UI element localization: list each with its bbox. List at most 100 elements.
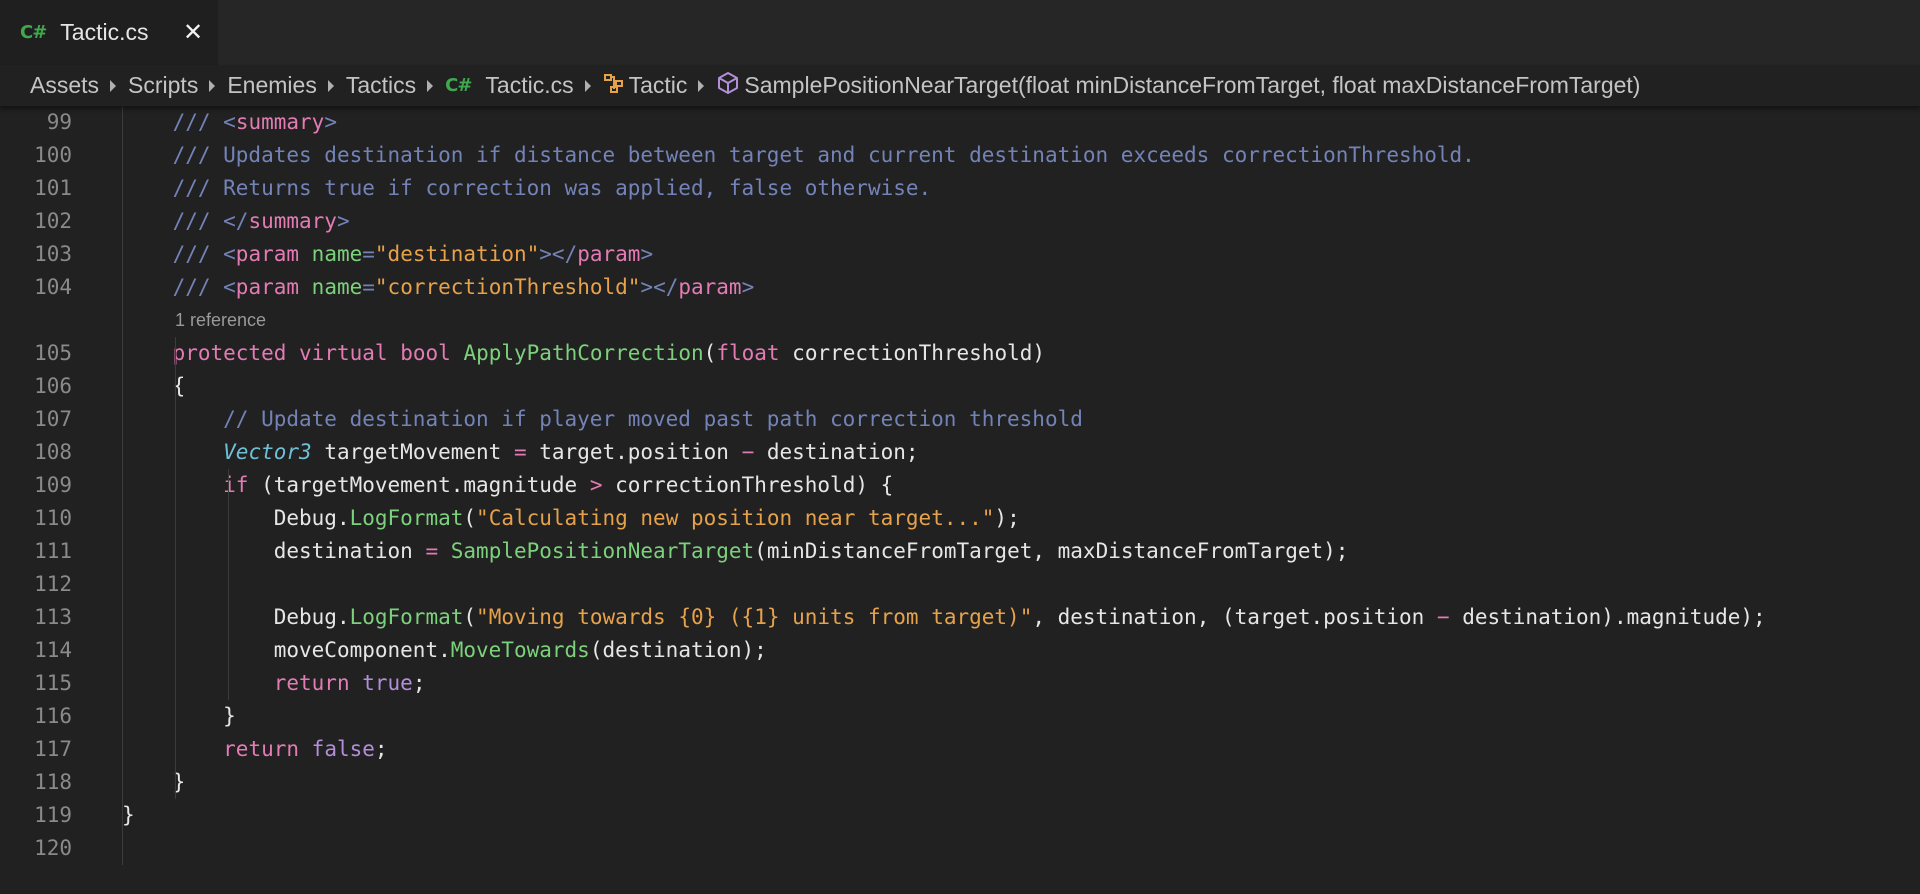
close-icon[interactable]: ✕ xyxy=(183,18,203,46)
code-text: return true; xyxy=(122,667,426,700)
code-token: > xyxy=(741,275,755,299)
breadcrumb-item-scripts[interactable]: Scripts xyxy=(128,72,198,99)
code-token: (targetMovement.magnitude xyxy=(248,473,590,497)
code-line[interactable]: 113 Debug.LogFormat("Moving towards {0} … xyxy=(0,601,1920,634)
code-token: virtual xyxy=(299,341,388,365)
code-token: return xyxy=(223,737,300,761)
code-token: > xyxy=(324,110,337,134)
code-token: Debug. xyxy=(172,605,350,629)
code-text: /// Returns true if correction was appli… xyxy=(122,172,932,205)
line-number: 113 xyxy=(34,605,72,629)
code-line[interactable]: 114 moveComponent.MoveTowards(destinatio… xyxy=(0,634,1920,667)
code-line[interactable]: 106 { xyxy=(0,370,1920,403)
code-token: float xyxy=(716,341,780,365)
code-line[interactable]: 109 if (targetMovement.magnitude > corre… xyxy=(0,469,1920,502)
code-line[interactable]: 110 Debug.LogFormat("Calculating new pos… xyxy=(0,502,1920,535)
code-line[interactable]: 101 /// Returns true if correction was a… xyxy=(0,172,1920,205)
code-token: > xyxy=(336,209,350,233)
code-token: = xyxy=(513,440,527,464)
code-token: MoveTowards xyxy=(450,638,590,662)
code-token: param xyxy=(678,275,742,299)
code-token: param xyxy=(235,242,300,266)
code-line[interactable]: 112 xyxy=(0,568,1920,601)
code-token: /// Updates destination if distance betw… xyxy=(172,143,1475,167)
breadcrumb-method-label: SamplePositionNearTarget(float minDistan… xyxy=(744,72,1641,98)
code-text: /// <summary> xyxy=(122,106,337,139)
breadcrumb-item-file[interactable]: C# Tactic.cs xyxy=(445,72,573,99)
breadcrumb-item-assets[interactable]: Assets xyxy=(30,72,99,99)
line-number: 116 xyxy=(34,704,72,728)
code-line[interactable]: 118 } xyxy=(0,766,1920,799)
tab-bar: C# Tactic.cs ✕ xyxy=(0,0,1920,65)
code-line[interactable]: 119} xyxy=(0,799,1920,832)
breadcrumb: Assets Scripts Enemies Tactics C# Tactic… xyxy=(0,65,1920,106)
code-token: moveComponent. xyxy=(172,638,451,662)
code-line[interactable]: 102 /// </summary> xyxy=(0,205,1920,238)
indent-guide xyxy=(175,337,176,799)
code-token: summary xyxy=(248,209,337,233)
code-token: = xyxy=(425,539,439,563)
code-line[interactable]: 99 /// <summary> xyxy=(0,106,1920,139)
code-line[interactable]: 120 xyxy=(0,832,1920,865)
csharp-file-icon: C# xyxy=(20,22,47,43)
indent-guide xyxy=(122,106,123,865)
breadcrumb-item-enemies[interactable]: Enemies xyxy=(227,72,316,99)
code-line[interactable]: 100 /// Updates destination if distance … xyxy=(0,139,1920,172)
code-text: Debug.LogFormat("Calculating new positio… xyxy=(122,502,1020,535)
code-token: "Moving towards {0} ({1} units from targ… xyxy=(476,605,1033,629)
code-token: "Calculating new position near target...… xyxy=(476,506,995,530)
breadcrumb-item-method[interactable]: SamplePositionNearTarget(float minDistan… xyxy=(716,71,1640,101)
code-token: "destination" xyxy=(374,242,540,266)
code-line[interactable]: 103 /// <param name="destination"></para… xyxy=(0,238,1920,271)
class-icon xyxy=(603,72,625,100)
code-token: if xyxy=(223,473,249,497)
line-number: 105 xyxy=(34,341,72,365)
chevron-right-icon xyxy=(327,79,334,92)
code-line[interactable]: 116 } xyxy=(0,700,1920,733)
code-text: } xyxy=(122,799,135,832)
code-line[interactable]: 117 return false; xyxy=(0,733,1920,766)
code-text: /// <param name="destination"></param> xyxy=(122,238,654,271)
code-token: target.position xyxy=(526,440,742,464)
code-text: return false; xyxy=(122,733,387,766)
code-token: ; xyxy=(412,671,426,695)
breadcrumb-item-tactics[interactable]: Tactics xyxy=(346,72,416,99)
code-token: ></ xyxy=(539,242,578,266)
line-number: 115 xyxy=(34,671,72,695)
line-number: 103 xyxy=(34,242,72,266)
code-text: if (targetMovement.magnitude > correctio… xyxy=(122,469,893,502)
code-token: // Update destination if player moved pa… xyxy=(172,407,1083,431)
code-text: moveComponent.MoveTowards(destination); xyxy=(122,634,767,667)
code-token: summary xyxy=(235,110,325,134)
code-token: Vector3 xyxy=(223,440,312,464)
code-line[interactable]: 107 // Update destination if player move… xyxy=(0,403,1920,436)
code-editor[interactable]: 1 reference 99 /// <summary> 100 /// Upda… xyxy=(0,106,1920,894)
code-line[interactable]: 105 protected virtual bool ApplyPathCorr… xyxy=(0,337,1920,370)
tab-label: Tactic.cs xyxy=(60,19,149,45)
code-token: return xyxy=(273,671,350,695)
breadcrumb-class-label: Tactic xyxy=(628,72,688,98)
code-line[interactable]: 104 /// <param name="correctionThreshold… xyxy=(0,271,1920,304)
code-text: /// <param name="correctionThreshold"></… xyxy=(122,271,755,304)
tab-tactic-cs[interactable]: C# Tactic.cs ✕ xyxy=(0,0,218,65)
code-token: false xyxy=(311,737,375,761)
code-token: } xyxy=(122,803,135,827)
codelens-references[interactable]: 1 reference xyxy=(175,304,266,337)
code-line[interactable]: 108 Vector3 targetMovement = target.posi… xyxy=(0,436,1920,469)
code-line[interactable]: 111 destination = SamplePositionNearTarg… xyxy=(0,535,1920,568)
code-token: LogFormat xyxy=(349,506,464,530)
code-text: destination = SamplePositionNearTarget(m… xyxy=(122,535,1349,568)
breadcrumb-item-class[interactable]: Tactic xyxy=(603,72,688,100)
code-text: /// </summary> xyxy=(122,205,350,238)
method-cube-icon xyxy=(716,71,740,101)
code-line[interactable]: 115 return true; xyxy=(0,667,1920,700)
code-token: ( xyxy=(703,341,717,365)
code-token: name xyxy=(311,242,363,266)
